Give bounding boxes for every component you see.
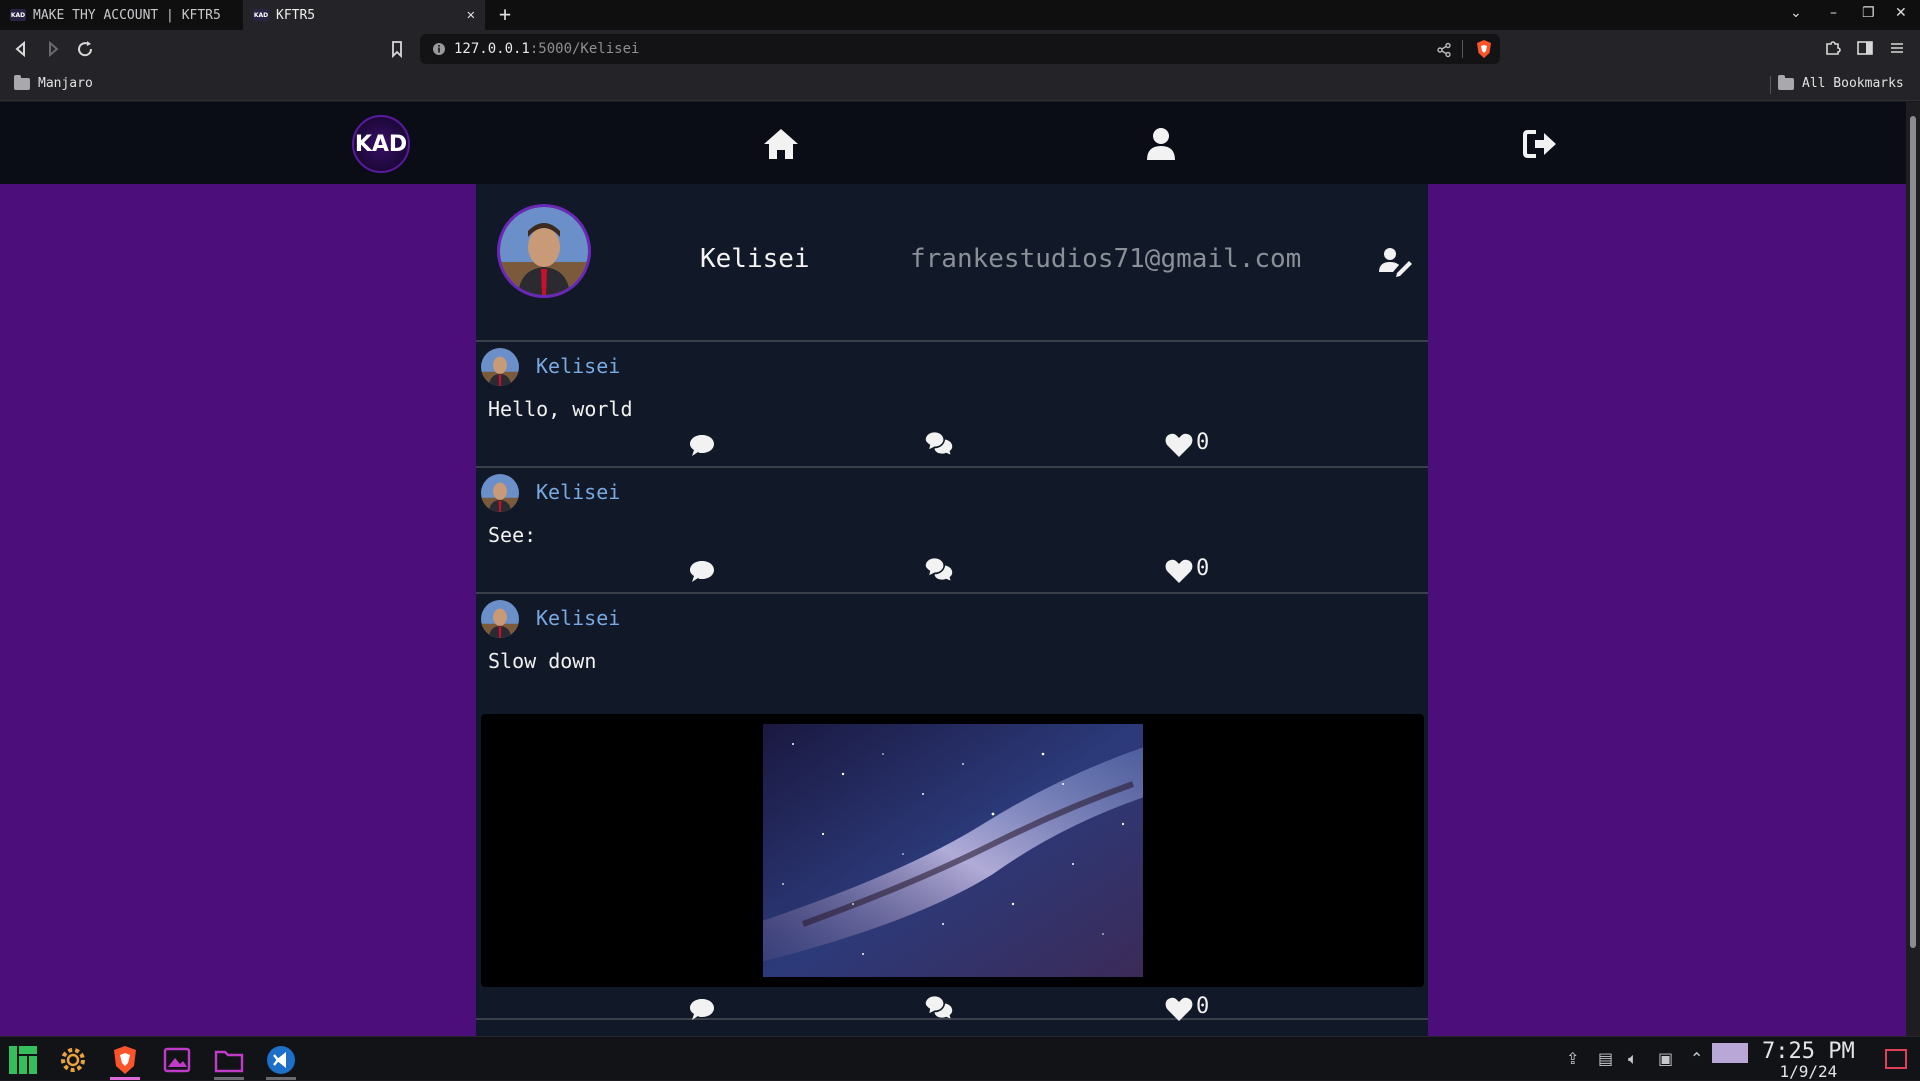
bookmark-icon [392,41,402,59]
volume-icon[interactable]: 🔈︎ [1628,1049,1638,1069]
like-count: 0 [1196,994,1210,1019]
clock-time: 7:25 PM [1762,1039,1855,1064]
tab-title: KFTR5 [276,7,316,23]
like-count: 0 [1196,430,1210,455]
url-text: 127.0.0.1:5000/Kelisei [454,41,640,57]
post-card: Kelisei Hello, world 0 [476,342,1428,468]
web-page: KAD Kelisei frankestudios71@gmail.com Ke… [0,102,1906,1036]
comments-icon[interactable] [924,554,954,584]
puzzle-icon [1826,41,1841,55]
profile-username: Kelisei [700,244,810,274]
bookmark-folder-manjaro[interactable]: Manjaro [14,74,93,91]
post-card: Kelisei See: 0 [476,468,1428,594]
menu-button[interactable] [1886,38,1908,60]
forward-button[interactable] [42,38,64,60]
brave-shields-icon [1477,40,1491,58]
reload-button[interactable] [74,38,96,60]
like-heart-icon[interactable] [1164,556,1194,586]
desktop-pager[interactable] [1712,1043,1748,1063]
profile-header: Kelisei frankestudios71@gmail.com [476,184,1428,342]
post-author-link[interactable]: Kelisei [536,606,620,630]
browser-toolbar: 127.0.0.1:5000/Kelisei [0,30,1920,68]
like-heart-icon[interactable] [1164,994,1194,1024]
comment-icon[interactable] [687,430,717,460]
new-tab-button[interactable]: + [494,4,516,26]
post-text: Hello, world [488,397,633,421]
site-navbar: KAD [0,102,1906,184]
show-desktop-button[interactable] [1885,1049,1907,1069]
system-taskbar: ⇪ ▤ 🔈︎ ▣ ⌃ 7:25 PM 1/9/24 [0,1036,1920,1081]
profile-panel: Kelisei frankestudios71@gmail.com Kelise… [476,184,1428,1036]
forward-icon [49,40,59,58]
network-icon[interactable]: ▣ [1658,1049,1673,1068]
all-bookmarks-button[interactable]: All Bookmarks [1778,74,1904,91]
post-author-link[interactable]: Kelisei [536,480,620,504]
bookmark-label: All Bookmarks [1802,76,1904,91]
back-button[interactable] [10,38,32,60]
like-heart-icon[interactable] [1164,430,1194,460]
page-scrollbar[interactable] [1906,102,1920,1036]
post-author-link[interactable]: Kelisei [536,354,620,378]
site-info-icon [433,43,445,55]
comment-icon[interactable] [687,556,717,586]
milky-way-image[interactable] [763,724,1143,977]
post-image-container [481,714,1424,987]
post-text: Slow down [488,649,597,673]
sidebar-icon [1857,41,1873,55]
bookmark-label: Manjaro [38,76,93,91]
comments-icon[interactable] [924,428,954,458]
tab-favicon: KAD [10,9,26,21]
separator [1770,76,1771,94]
scrollbar-thumb[interactable] [1910,116,1916,948]
like-count: 0 [1196,556,1210,581]
settings-gear-icon[interactable] [56,1043,90,1077]
folder-icon [14,74,30,90]
tab-kftr5[interactable]: KAD KFTR5 ✕ [243,0,485,30]
user-icon[interactable] [1141,124,1181,164]
tray-expand-chevron-icon[interactable]: ⌃ [1690,1049,1703,1068]
site-logo[interactable]: KAD [352,115,410,173]
image-editor-icon[interactable] [160,1043,194,1077]
logout-icon[interactable] [1520,124,1560,164]
profile-email: frankestudios71@gmail.com [910,244,1302,274]
close-window-button[interactable]: ✕ [1895,5,1907,21]
post-text: See: [488,523,537,547]
profile-avatar [497,204,591,298]
brave-browser-icon[interactable] [108,1043,142,1077]
updates-icon[interactable]: ⇪ [1566,1049,1579,1068]
hamburger-icon [1891,43,1903,53]
edit-profile-icon[interactable] [1378,244,1412,278]
clipboard-icon[interactable]: ▤ [1598,1049,1613,1068]
file-manager-icon[interactable] [212,1043,246,1077]
bookmark-page-button[interactable] [386,38,408,60]
post-avatar[interactable] [481,348,519,386]
tab-make-account[interactable]: KAD MAKE THY ACCOUNT | KFTR5 [0,0,240,30]
browser-tab-bar: KAD MAKE THY ACCOUNT | KFTR5 KAD KFTR5 ✕… [0,0,1920,30]
home-icon[interactable] [761,124,801,164]
comments-icon[interactable] [924,992,954,1022]
tab-list-chevron-icon[interactable]: ⌄ [1790,5,1802,21]
minimize-button[interactable]: – [1830,5,1837,21]
comment-icon[interactable] [687,994,717,1024]
address-bar[interactable]: 127.0.0.1:5000/Kelisei [420,34,1500,64]
maximize-button[interactable]: ❐ [1862,5,1875,21]
folder-icon [1778,74,1794,90]
separator [1462,40,1463,58]
share-icon [1437,42,1451,58]
post-avatar[interactable] [481,600,519,638]
close-tab-icon[interactable]: ✕ [467,7,475,23]
tab-title: MAKE THY ACCOUNT | KFTR5 [33,7,221,23]
post-avatar[interactable] [481,474,519,512]
reload-icon [78,41,93,57]
extensions-button[interactable] [1822,38,1844,60]
bookmarks-bar: Manjaro All Bookmarks [0,68,1920,101]
sidebar-button[interactable] [1854,38,1876,60]
tab-favicon: KAD [253,9,269,21]
vscode-icon[interactable] [264,1043,298,1077]
clock-date: 1/9/24 [1779,1062,1838,1081]
post-card: Kelisei Slow down 0 [476,594,1428,1022]
back-icon [15,40,25,58]
manjaro-menu-icon[interactable] [6,1043,40,1077]
clock[interactable]: 7:25 PM 1/9/24 [1762,1041,1855,1081]
